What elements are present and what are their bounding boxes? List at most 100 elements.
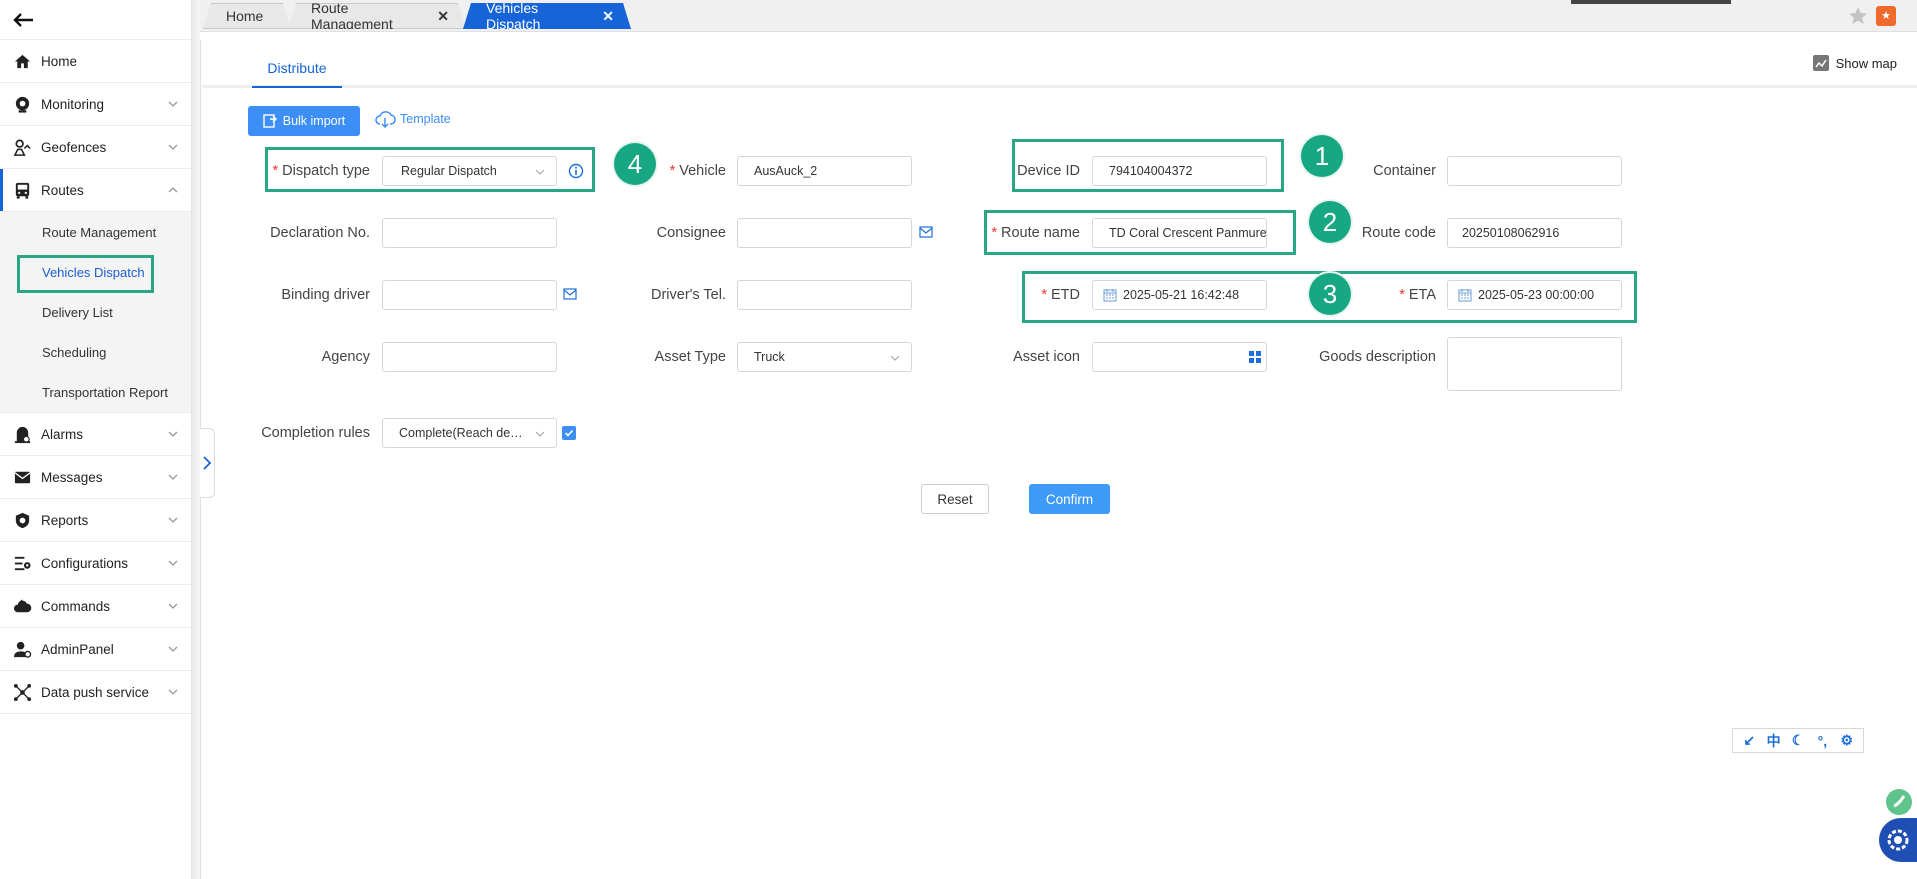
data-push-icon	[12, 682, 32, 702]
bulk-import-label: Bulk import	[282, 114, 346, 128]
punctuation-icon[interactable]: °,	[1813, 733, 1831, 749]
container-input[interactable]	[1447, 156, 1622, 186]
sidebar-item-geofences[interactable]: Geofences	[0, 126, 191, 169]
collapse-sidebar-button[interactable]	[200, 428, 215, 498]
chevron-right-icon	[203, 456, 212, 470]
sidebar-item-label: Monitoring	[41, 96, 105, 112]
goods-description-textarea[interactable]	[1447, 337, 1622, 391]
step-badge-4: 4	[614, 143, 656, 185]
chevron-down-icon	[535, 431, 545, 437]
sidebar-item-data-push-service[interactable]: Data push service	[0, 671, 191, 714]
consignee-input[interactable]	[737, 218, 912, 248]
mail-icon[interactable]	[563, 288, 577, 300]
container-text: Container	[1373, 163, 1436, 179]
back-button[interactable]	[0, 0, 191, 40]
chevron-down-icon	[168, 517, 178, 523]
camera-icon	[12, 94, 32, 114]
sidebar-item-home[interactable]: Home	[0, 40, 191, 83]
tab-distribute[interactable]: Distribute	[252, 60, 342, 88]
tab-home[interactable]: Home	[203, 3, 291, 29]
close-icon[interactable]: ✕	[437, 8, 449, 25]
sidebar-item-label: Data push service	[41, 684, 150, 700]
star-icon[interactable]	[1848, 6, 1868, 26]
sidebar-item-commands[interactable]: Commands	[0, 585, 191, 628]
route-code-text: Route code	[1361, 225, 1436, 241]
completion-rules-select[interactable]: Complete(Reach destination)	[382, 418, 557, 448]
submenu-vehicles-dispatch[interactable]: Vehicles Dispatch	[0, 252, 191, 293]
sidebar-item-label: Home	[41, 53, 78, 69]
submenu-scheduling[interactable]: Scheduling	[0, 332, 191, 372]
asset-type-value: Truck	[754, 350, 785, 364]
tab-label: Route Management	[311, 0, 393, 32]
sidebar-item-label: Commands	[41, 598, 111, 614]
highlight-box-dispatch-type	[265, 147, 595, 192]
routes-submenu: Route Management Vehicles Dispatch Deliv…	[0, 212, 191, 413]
asset-type-select[interactable]: Truck	[737, 342, 912, 372]
chevron-down-icon	[168, 646, 178, 652]
grid-icon[interactable]	[1249, 351, 1261, 363]
binding-driver-input[interactable]	[382, 280, 557, 310]
sidebar-item-adminpanel[interactable]: AdminPanel	[0, 628, 191, 671]
step-badge-2: 2	[1309, 201, 1351, 243]
expand-icon[interactable]: ↙	[1740, 732, 1758, 749]
chevron-down-icon	[168, 603, 178, 609]
gear-icon	[1887, 829, 1909, 851]
chevron-down-icon	[168, 101, 178, 107]
route-code-input[interactable]: 20250108062916	[1447, 218, 1622, 248]
drivers-tel-input[interactable]	[737, 280, 912, 310]
confirm-button[interactable]: Confirm	[1029, 484, 1110, 514]
sidebar-item-routes[interactable]: Routes	[0, 169, 191, 212]
gear-icon[interactable]: ⚙	[1838, 732, 1856, 749]
tab-route-management[interactable]: Route Management ✕	[288, 3, 466, 29]
chevron-up-icon	[168, 187, 178, 193]
chinese-input-icon[interactable]: 中	[1765, 731, 1783, 751]
reset-button[interactable]: Reset	[921, 484, 989, 514]
sidebar-item-label: Geofences	[41, 139, 107, 155]
sidebar: Home Monitoring Geofences Routes Route M…	[0, 0, 192, 879]
asset-icon-picker[interactable]	[1092, 342, 1267, 372]
show-map-label: Show map	[1835, 55, 1897, 71]
vehicle-input[interactable]: AusAuck_2	[737, 156, 912, 186]
route-code-value: 20250108062916	[1462, 226, 1560, 240]
sidebar-item-label: Configurations	[41, 555, 129, 571]
sidebar-item-reports[interactable]: Reports	[0, 499, 191, 542]
settings-float-button[interactable]	[1879, 818, 1917, 862]
import-icon	[263, 114, 277, 128]
submenu-route-management[interactable]: Route Management	[0, 212, 191, 252]
back-arrow-icon	[13, 12, 33, 27]
submenu-transportation-report[interactable]: Transportation Report	[0, 372, 191, 412]
template-download-link[interactable]: Template	[374, 109, 451, 129]
show-map-button[interactable]: Show map	[1812, 54, 1897, 72]
bulk-import-button[interactable]: Bulk import	[248, 106, 360, 136]
asset-icon-text: Asset icon	[1013, 349, 1080, 365]
tab-vehicles-dispatch[interactable]: Vehicles Dispatch ✕	[463, 3, 631, 29]
assistant-icon[interactable]	[1880, 784, 1917, 820]
chevron-down-icon	[168, 144, 178, 150]
mail-icon[interactable]	[919, 226, 933, 238]
favorites-icon[interactable]: ★	[1876, 6, 1896, 26]
envelope-icon	[12, 467, 32, 487]
completion-rules-checkbox[interactable]	[562, 426, 576, 440]
route-code-label: Route code	[1340, 225, 1436, 241]
asset-type-text: Asset Type	[654, 349, 726, 365]
sidebar-item-alarms[interactable]: Alarms	[0, 413, 191, 456]
moon-icon[interactable]: ☾	[1789, 732, 1807, 749]
home-icon	[12, 51, 32, 71]
submenu-delivery-list[interactable]: Delivery List	[0, 292, 191, 332]
consignee-label: Consignee	[620, 225, 726, 241]
goods-description-text: Goods description	[1319, 349, 1436, 365]
chevron-down-icon	[168, 689, 178, 695]
binding-driver-label: Binding driver	[260, 287, 370, 303]
tab-label: Vehicles Dispatch	[486, 0, 541, 32]
close-icon[interactable]: ✕	[602, 8, 614, 25]
sidebar-item-monitoring[interactable]: Monitoring	[0, 83, 191, 126]
declaration-no-input[interactable]	[382, 218, 557, 248]
cloud-download-icon	[375, 111, 396, 129]
sidebar-item-messages[interactable]: Messages	[0, 456, 191, 499]
agency-text: Agency	[321, 349, 370, 365]
agency-input[interactable]	[382, 342, 557, 372]
geofence-icon	[12, 137, 32, 157]
vehicle-value: AusAuck_2	[754, 164, 818, 178]
bus-icon	[12, 180, 32, 200]
sidebar-item-configurations[interactable]: Configurations	[0, 542, 191, 585]
